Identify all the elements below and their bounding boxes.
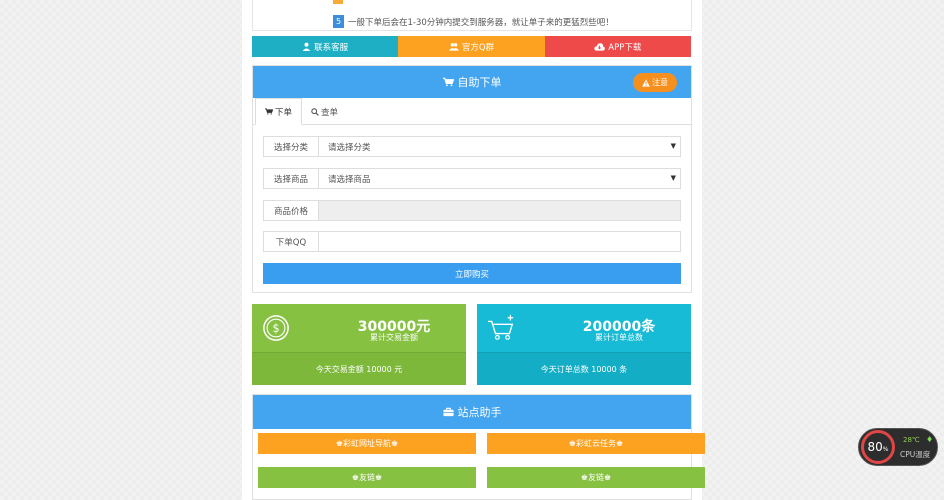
friend-link-2[interactable]: ♚ 友链 ♚ <box>487 467 705 488</box>
total-orders-card: 200000条 累计订单总数 今天订单总数 10000 条 <box>477 304 691 385</box>
notice-box: 5 一般下单后会在1-30分钟内提交到服务器，就让单子来的更猛烈些吧！ <box>252 0 692 31</box>
notice-text: 一般下单后会在1-30分钟内提交到服务器，就让单子来的更猛烈些吧！ <box>348 17 614 28</box>
chevron-down-icon: ▼ <box>670 174 676 182</box>
app-download-button[interactable]: APP下载 <box>544 36 691 57</box>
notice-number-badge: 5 <box>333 15 344 28</box>
category-select-value: 请选择分类 <box>328 142 371 153</box>
site-helper-header: 站点助手 <box>253 395 691 429</box>
cpu-temp-widget[interactable]: 80% 28℃ ♦ CPU温度 <box>858 428 938 466</box>
cpu-temp-label: CPU温度 <box>900 450 931 459</box>
price-label: 商品价格 <box>264 201 319 220</box>
product-select-field: 选择商品 请选择商品 ▼ <box>263 168 681 189</box>
order-tabs: 下单 查单 <box>253 98 691 125</box>
cart-icon <box>442 77 454 87</box>
category-label: 选择分类 <box>264 137 319 156</box>
order-panel-title: 自助下单 <box>457 76 502 89</box>
note-button[interactable]: 注意 <box>633 73 677 92</box>
product-select[interactable]: 请选择商品 ▼ <box>319 169 680 188</box>
rainbow-task-link[interactable]: ♚ 彩虹云任务 ♚ <box>487 433 705 454</box>
friend-link-1-label: 友链 <box>359 473 375 482</box>
gift-icon: ♚ <box>351 473 359 482</box>
chevron-down-icon: ▼ <box>670 142 676 150</box>
product-label: 选择商品 <box>264 169 319 188</box>
user-icon <box>302 42 311 51</box>
cpu-percent-unit: % <box>882 445 889 453</box>
price-input <box>319 201 680 220</box>
briefcase-icon <box>442 407 454 417</box>
category-select[interactable]: 请选择分类 ▼ <box>319 137 680 156</box>
cpu-temp-value: 28℃ <box>903 436 920 444</box>
friend-link-1[interactable]: ♚ 友链 ♚ <box>258 467 476 488</box>
qq-label: 下单QQ <box>264 232 319 251</box>
tab-query[interactable]: 查单 <box>302 99 347 124</box>
note-button-label: 注意 <box>652 78 668 87</box>
friend-link-2-label: 友链 <box>588 473 604 482</box>
qq-group-label: 官方Q群 <box>461 42 495 53</box>
quick-links-bar: 联系客服 官方Q群 APP下载 <box>252 36 691 57</box>
today-amount-text: 今天交易金额 10000 元 <box>252 352 466 385</box>
site-helper-panel: 站点助手 ♚ 彩虹网址导航 ♚ ♚ 彩虹云任务 ♚ ♚ 友链 ♚ ♚ 友链 ♚ <box>252 394 705 500</box>
contact-service-label: 联系客服 <box>314 42 349 53</box>
rainbow-nav-label: 彩虹网址导航 <box>343 439 391 448</box>
contact-service-button[interactable]: 联系客服 <box>252 36 399 57</box>
leaf-icon: ♦ <box>926 435 934 444</box>
rainbow-task-label: 彩虹云任务 <box>576 439 616 448</box>
dollar-coin-icon: $ <box>263 315 289 341</box>
price-field: 商品价格 <box>263 200 681 221</box>
tab-query-label: 查单 <box>321 107 339 118</box>
qq-group-button[interactable]: 官方Q群 <box>398 36 545 57</box>
gift-icon: ♚ <box>375 473 383 482</box>
cart-icon <box>265 108 273 115</box>
gift-icon: ♚ <box>580 473 588 482</box>
cloud-download-icon <box>594 43 606 51</box>
cart-plus-icon <box>488 314 514 340</box>
order-panel-header: 自助下单 注意 <box>253 66 691 98</box>
search-icon <box>311 107 319 116</box>
cpu-usage-ring: 80% <box>861 430 895 464</box>
cpu-percent: 80 <box>867 440 883 454</box>
total-amount-label: 累计交易金额 <box>370 333 418 342</box>
qq-input[interactable] <box>319 232 680 251</box>
order-panel: 自助下单 注意 下单 查单 选择分类 请选择分类 ▼ 选择商品 请选择商品 ▼ … <box>252 65 692 293</box>
rainbow-nav-link[interactable]: ♚ 彩虹网址导航 ♚ <box>258 433 476 454</box>
tab-order[interactable]: 下单 <box>255 98 303 125</box>
site-helper-title: 站点助手 <box>457 406 502 419</box>
buy-now-button[interactable]: 立即购买 <box>263 263 681 284</box>
gift-icon: ♚ <box>616 439 624 448</box>
gift-icon: ♚ <box>604 473 612 482</box>
total-amount-card: $ 300000元 累计交易金额 今天交易金额 10000 元 <box>252 304 466 385</box>
product-select-value: 请选择商品 <box>328 174 371 185</box>
gift-icon: ♚ <box>391 439 399 448</box>
warning-icon <box>642 78 650 87</box>
tab-order-label: 下单 <box>275 107 293 118</box>
total-orders-label: 累计订单总数 <box>595 333 643 342</box>
group-icon <box>448 43 459 51</box>
gift-icon: ♚ <box>335 439 343 448</box>
notice-prev-badge <box>333 0 343 4</box>
today-orders-text: 今天订单总数 10000 条 <box>477 352 691 385</box>
svg-text:$: $ <box>272 322 279 335</box>
app-download-label: APP下载 <box>608 42 642 53</box>
qq-field: 下单QQ <box>263 231 681 252</box>
gift-icon: ♚ <box>568 439 576 448</box>
category-select-field: 选择分类 请选择分类 ▼ <box>263 136 681 157</box>
